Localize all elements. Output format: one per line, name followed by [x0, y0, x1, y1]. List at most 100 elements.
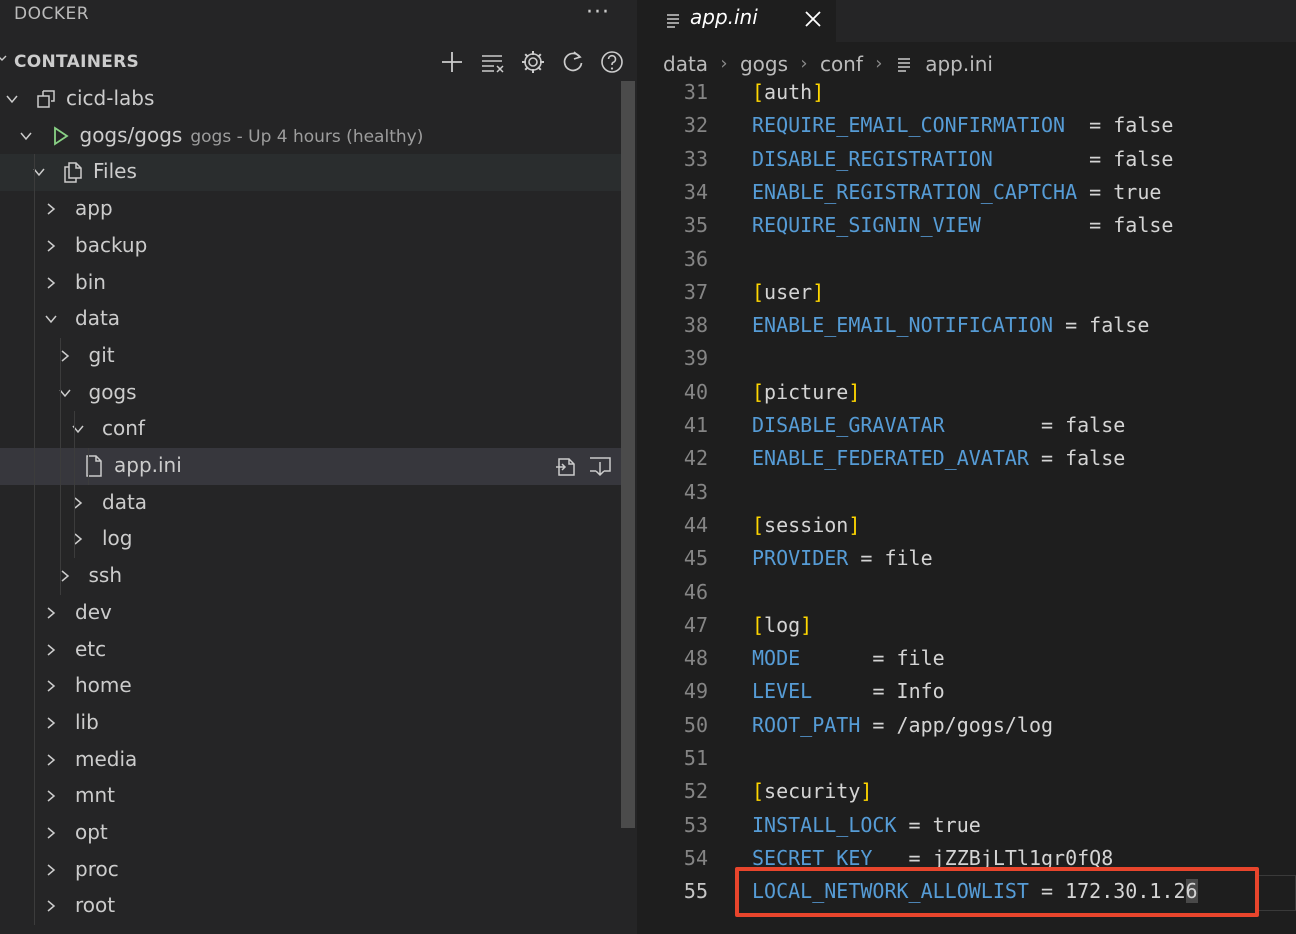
code-line[interactable]: 42 ENABLE_FEDERATED_AVATAR = false [638, 442, 1296, 475]
tree-item-label: app.ini [114, 453, 182, 477]
tree-item[interactable]: data [0, 485, 621, 522]
tree-item-label: cicd-labs [66, 86, 155, 110]
config-key: DISABLE_REGISTRATION [752, 146, 993, 171]
bracket: [ [752, 612, 765, 637]
padding [1065, 113, 1089, 137]
tree-item[interactable]: gogs [0, 375, 621, 412]
code-line[interactable]: 37 [user] [638, 276, 1296, 309]
tree-item[interactable]: lib [0, 705, 621, 742]
code-line[interactable]: 31 [auth] [638, 76, 1296, 109]
plus-icon[interactable] [438, 48, 466, 76]
equals: = [1089, 146, 1114, 171]
code-line[interactable]: 32 REQUIRE_EMAIL_CONFIRMATION = false [638, 109, 1296, 142]
download-icon[interactable] [587, 454, 613, 478]
code-line[interactable]: 45 PROVIDER = file [638, 542, 1296, 575]
refresh-icon[interactable] [559, 48, 587, 76]
code-line[interactable]: 53 INSTALL_LOCK = true [638, 809, 1296, 842]
code-line[interactable]: 35 REQUIRE_SIGNIN_VIEW = false [638, 209, 1296, 242]
line-number: 53 [683, 812, 708, 837]
line-number: 31 [683, 80, 708, 104]
padding [812, 679, 872, 703]
tab-app-ini[interactable]: app.ini [638, 0, 836, 42]
line-number: 47 [683, 612, 708, 637]
line-number: 34 [683, 179, 708, 204]
code-line[interactable]: 43 [638, 476, 1296, 509]
breadcrumb-item[interactable]: gogs [740, 52, 788, 76]
padding [800, 646, 872, 670]
config-value: true [1113, 179, 1162, 204]
bracket: [ [752, 80, 765, 104]
chevron-right-icon [74, 497, 83, 509]
config-value: false [1113, 146, 1174, 171]
close-icon[interactable] [802, 8, 824, 30]
filter-list-icon[interactable] [479, 48, 507, 76]
tree-item[interactable]: app [0, 191, 621, 228]
containers-section-header[interactable]: CONTAINERS [0, 44, 637, 80]
open-file-icon[interactable] [553, 454, 579, 478]
config-key: REQUIRE_SIGNIN_VIEW [752, 213, 981, 238]
tree-item[interactable]: cicd-labs [0, 81, 621, 118]
line-number: 32 [683, 113, 708, 138]
tree-item[interactable]: backup [0, 228, 621, 265]
tree-item-label: lib [75, 709, 99, 734]
line-number: 40 [683, 379, 708, 404]
code-line[interactable]: 41 DISABLE_GRAVATAR = false [638, 409, 1296, 442]
code-line[interactable]: 36 [638, 243, 1296, 276]
breadcrumb-item[interactable]: data [663, 52, 708, 76]
code-line[interactable]: 38 ENABLE_EMAIL_NOTIFICATION = false [638, 309, 1296, 342]
tree-item[interactable]: gogs/gogs gogs - Up 4 hours (healthy) [0, 118, 621, 155]
tree-item[interactable]: home [0, 668, 621, 705]
sidebar-scrollbar[interactable] [621, 81, 635, 828]
code-line[interactable]: 40 [picture] [638, 376, 1296, 409]
tree-item-label: git [88, 342, 115, 367]
chevron-down-icon [58, 389, 71, 397]
section-name: user [764, 279, 813, 304]
line-number: 45 [683, 546, 708, 571]
padding [981, 213, 1089, 237]
tree-item[interactable]: ssh [0, 558, 621, 595]
tree-item[interactable]: etc [0, 632, 621, 669]
bracket: ] [848, 512, 861, 537]
gear-icon[interactable] [519, 48, 547, 76]
chevron-right-icon [47, 203, 56, 215]
more-actions-icon[interactable]: ··· [586, 0, 610, 25]
tree-item[interactable]: opt [0, 815, 621, 852]
code-line[interactable]: 33 DISABLE_REGISTRATION = false [638, 143, 1296, 176]
tree-item[interactable]: conf [0, 411, 621, 448]
line-number: 42 [683, 446, 708, 471]
equals: = [872, 712, 897, 737]
tree-item[interactable]: root [0, 888, 621, 925]
tree-item[interactable]: bin [0, 265, 621, 302]
current-line-indicator [1255, 875, 1296, 911]
chevron-right-icon [47, 240, 56, 252]
tree-item[interactable]: proc [0, 852, 621, 889]
tree-item[interactable]: media [0, 742, 621, 779]
tree-item[interactable]: log [0, 521, 621, 558]
code-line[interactable]: 48 MODE = file [638, 642, 1296, 675]
code-line[interactable]: 44 [session] [638, 509, 1296, 542]
breadcrumb-item[interactable]: conf [820, 52, 863, 76]
breadcrumb-item[interactable]: app.ini [925, 52, 993, 76]
code-line[interactable]: 34 ENABLE_REGISTRATION_CAPTCHA = true [638, 176, 1296, 209]
code-line[interactable]: 47 [log] [638, 609, 1296, 642]
tree-item[interactable]: data [0, 301, 621, 338]
code-line[interactable]: 46 [638, 576, 1296, 609]
tree-item[interactable]: dev [0, 595, 621, 632]
bracket: ] [848, 379, 861, 404]
tree-item[interactable]: git [0, 338, 621, 375]
code-line[interactable]: 52 [security] [638, 775, 1296, 808]
tree-item-label: gogs [88, 379, 137, 404]
tree-item[interactable]: Files [0, 154, 621, 192]
sidebar-title: DOCKER [14, 4, 90, 24]
code-line[interactable]: 39 [638, 342, 1296, 375]
config-key: ENABLE_FEDERATED_AVATAR [752, 446, 1029, 471]
indent-guide [88, 448, 89, 485]
code-line[interactable]: 49 LEVEL = Info [638, 675, 1296, 708]
tree-item[interactable]: app.ini [0, 448, 621, 485]
code-line[interactable]: 50 ROOT_PATH = /app/gogs/log [638, 709, 1296, 742]
play-icon [53, 126, 69, 146]
chevron-down-icon [0, 55, 7, 61]
help-icon[interactable] [598, 48, 626, 76]
tree-item[interactable]: mnt [0, 778, 621, 815]
code-line[interactable]: 51 [638, 742, 1296, 775]
